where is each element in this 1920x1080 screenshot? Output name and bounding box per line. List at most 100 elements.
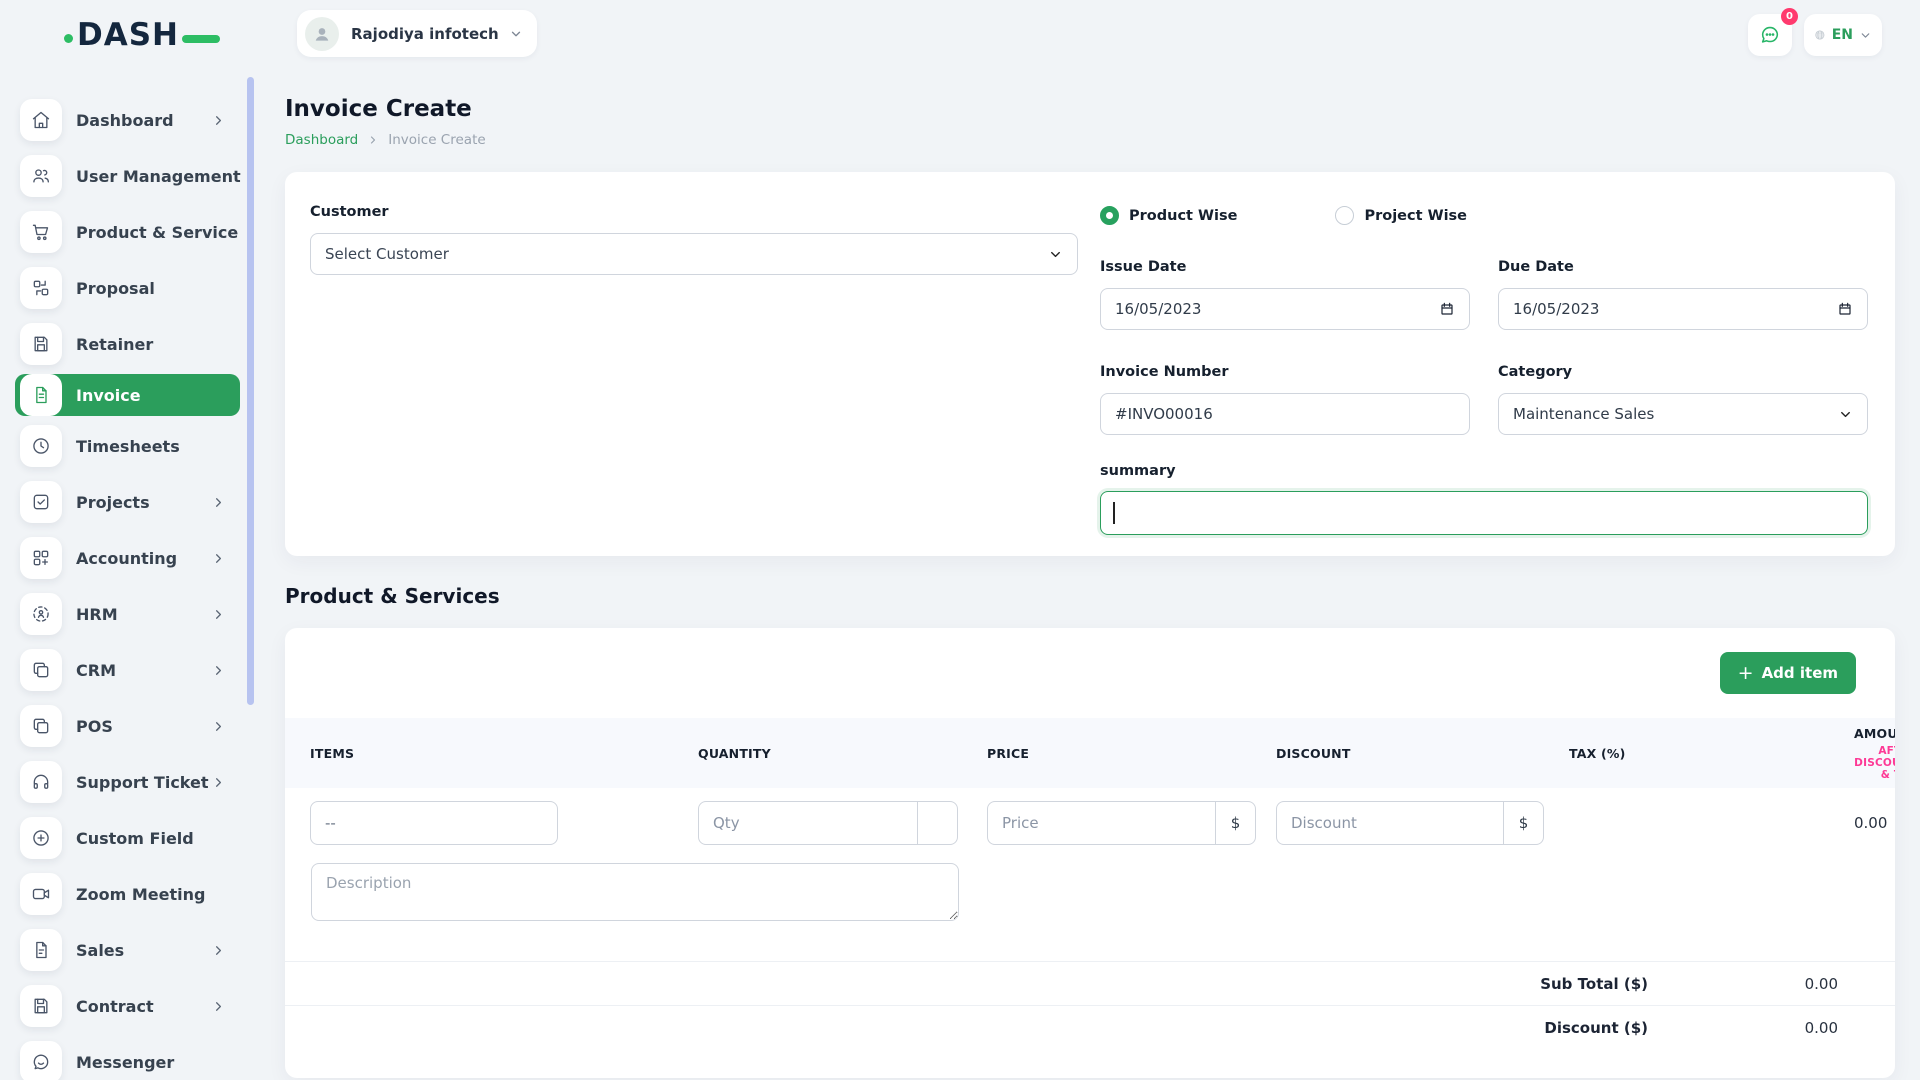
message-smile-icon: [20, 1041, 62, 1080]
item-row: -- $ $ 0.00: [285, 801, 1895, 845]
page-title: Invoice Create: [285, 96, 1895, 122]
chevron-right-icon: [211, 775, 226, 790]
breadcrumb-dashboard-link[interactable]: Dashboard: [285, 132, 358, 148]
item-select[interactable]: --: [310, 801, 558, 845]
category-label: Category: [1498, 364, 1868, 380]
hrm-person-target-icon: [20, 593, 62, 635]
products-services-heading: Product & Services: [285, 584, 1895, 608]
calendar-icon[interactable]: [1837, 301, 1853, 317]
col-amount: AMOUNT AFTER DISCOUNT & TAX: [1854, 726, 1895, 781]
language-selector[interactable]: EN: [1804, 14, 1882, 56]
issue-date-input[interactable]: 16/05/2023: [1100, 288, 1470, 330]
chevron-right-icon: [211, 943, 226, 958]
chevron-right-icon: [211, 495, 226, 510]
col-discount: DISCOUNT: [1276, 746, 1569, 761]
sidebar-item-timesheets[interactable]: Timesheets: [0, 425, 246, 467]
subtotal-row: Sub Total ($) 0.00: [285, 961, 1895, 1005]
home-icon: [20, 99, 62, 141]
chevron-right-icon: [211, 999, 226, 1014]
sidebar-item-support-ticket[interactable]: Support Ticket: [0, 761, 246, 803]
product-wise-radio[interactable]: Product Wise: [1100, 206, 1237, 225]
radio-unselected-icon: [1335, 206, 1354, 225]
cart-icon: [20, 211, 62, 253]
price-input[interactable]: [988, 802, 1215, 844]
discount-field: $: [1276, 801, 1544, 845]
sidebar-item-sales[interactable]: Sales: [0, 929, 246, 971]
sidebar-item-dashboard[interactable]: Dashboard: [0, 99, 246, 141]
col-price: PRICE: [987, 746, 1276, 761]
sidebar-item-custom-field[interactable]: Custom Field: [0, 817, 246, 859]
sidebar-item-product-service[interactable]: Product & Service: [0, 211, 246, 253]
messages-button[interactable]: 0: [1748, 14, 1792, 56]
sidebar-item-user-management[interactable]: User Management: [0, 155, 246, 197]
customer-column: Customer Select Customer: [310, 204, 1078, 516]
add-item-button[interactable]: + Add item: [1720, 652, 1856, 694]
category-select[interactable]: Maintenance Sales: [1498, 393, 1868, 435]
file-icon: [20, 929, 62, 971]
sidebar-item-accounting[interactable]: Accounting: [0, 537, 246, 579]
sidebar-item-invoice[interactable]: Invoice: [15, 374, 240, 416]
app-logo: DASH: [64, 20, 220, 51]
sidebar-item-projects[interactable]: Projects: [0, 481, 246, 523]
customer-select[interactable]: Select Customer: [310, 233, 1078, 275]
main-content: Invoice Create Dashboard Invoice Create …: [285, 96, 1895, 1078]
quantity-input[interactable]: [699, 802, 917, 844]
sidebar-item-contract[interactable]: Contract: [0, 985, 246, 1027]
col-quantity: QUANTITY: [698, 746, 987, 761]
workspace-selector[interactable]: Rajodiya infotech: [297, 10, 537, 57]
quantity-stepper: [698, 801, 958, 845]
category-field: Category Maintenance Sales: [1498, 364, 1868, 435]
discount-total-value: 0.00: [1648, 1019, 1838, 1037]
subtotal-label: Sub Total ($): [1540, 975, 1648, 993]
logo-dash-accent: [182, 35, 220, 43]
summary-input[interactable]: [1100, 491, 1868, 535]
save-icon: [20, 985, 62, 1027]
sidebar-item-messenger[interactable]: Messenger: [0, 1041, 246, 1080]
due-date-label: Due Date: [1498, 259, 1868, 275]
sidebar-item-retainer[interactable]: Retainer: [0, 323, 246, 365]
sidebar-item-proposal[interactable]: Proposal: [0, 267, 246, 309]
video-icon: [20, 873, 62, 915]
summary-label: summary: [1100, 463, 1868, 479]
due-date-input[interactable]: 16/05/2023: [1498, 288, 1868, 330]
totals-section: Sub Total ($) 0.00 Discount ($) 0.00: [285, 961, 1895, 1049]
chevron-right-icon: [211, 663, 226, 678]
sidebar-item-pos[interactable]: POS: [0, 705, 246, 747]
calendar-icon[interactable]: [1439, 301, 1455, 317]
sidebar-item-hrm[interactable]: HRM: [0, 593, 246, 635]
discount-total-label: Discount ($): [1544, 1019, 1648, 1037]
chevron-right-icon: [211, 719, 226, 734]
language-code: EN: [1832, 27, 1853, 43]
chat-icon: [1759, 24, 1781, 46]
subtotal-value: 0.00: [1648, 975, 1838, 993]
invoice-number-input[interactable]: #INVO00016: [1100, 393, 1470, 435]
sidebar-item-crm[interactable]: CRM: [0, 649, 246, 691]
project-wise-radio[interactable]: Project Wise: [1335, 206, 1467, 225]
breadcrumb-current: Invoice Create: [388, 132, 485, 148]
invoice-file-icon: [20, 374, 62, 416]
description-textarea[interactable]: [311, 863, 959, 921]
globe-icon: [1814, 25, 1826, 45]
sidebar-item-zoom-meeting[interactable]: Zoom Meeting: [0, 873, 246, 915]
grid-plus-icon: [20, 537, 62, 579]
chevron-right-icon: [211, 607, 226, 622]
row-amount: 0.00: [1854, 814, 1895, 832]
check-square-icon: [20, 481, 62, 523]
avatar: [305, 17, 339, 51]
breadcrumb: Dashboard Invoice Create: [285, 132, 1895, 148]
col-amount-subtitle: AFTER DISCOUNT & TAX: [1854, 745, 1895, 781]
discount-input[interactable]: [1277, 802, 1503, 844]
sidebar-scrollbar[interactable]: [247, 77, 254, 705]
price-currency-suffix: $: [1215, 802, 1255, 844]
quantity-spinner[interactable]: [917, 802, 957, 844]
logo-dot-accent: [64, 34, 73, 43]
users-icon: [20, 155, 62, 197]
headphones-icon: [20, 761, 62, 803]
chevron-down-icon: [1859, 29, 1872, 42]
invoice-details-card: Customer Select Customer Product Wise Pr…: [285, 172, 1895, 556]
chevron-right-icon: [367, 134, 379, 146]
text-caret: [1113, 502, 1115, 524]
chevron-right-icon: [211, 551, 226, 566]
due-date-field: Due Date 16/05/2023: [1498, 259, 1868, 330]
invoice-type-radios: Product Wise Project Wise: [1100, 206, 1868, 225]
